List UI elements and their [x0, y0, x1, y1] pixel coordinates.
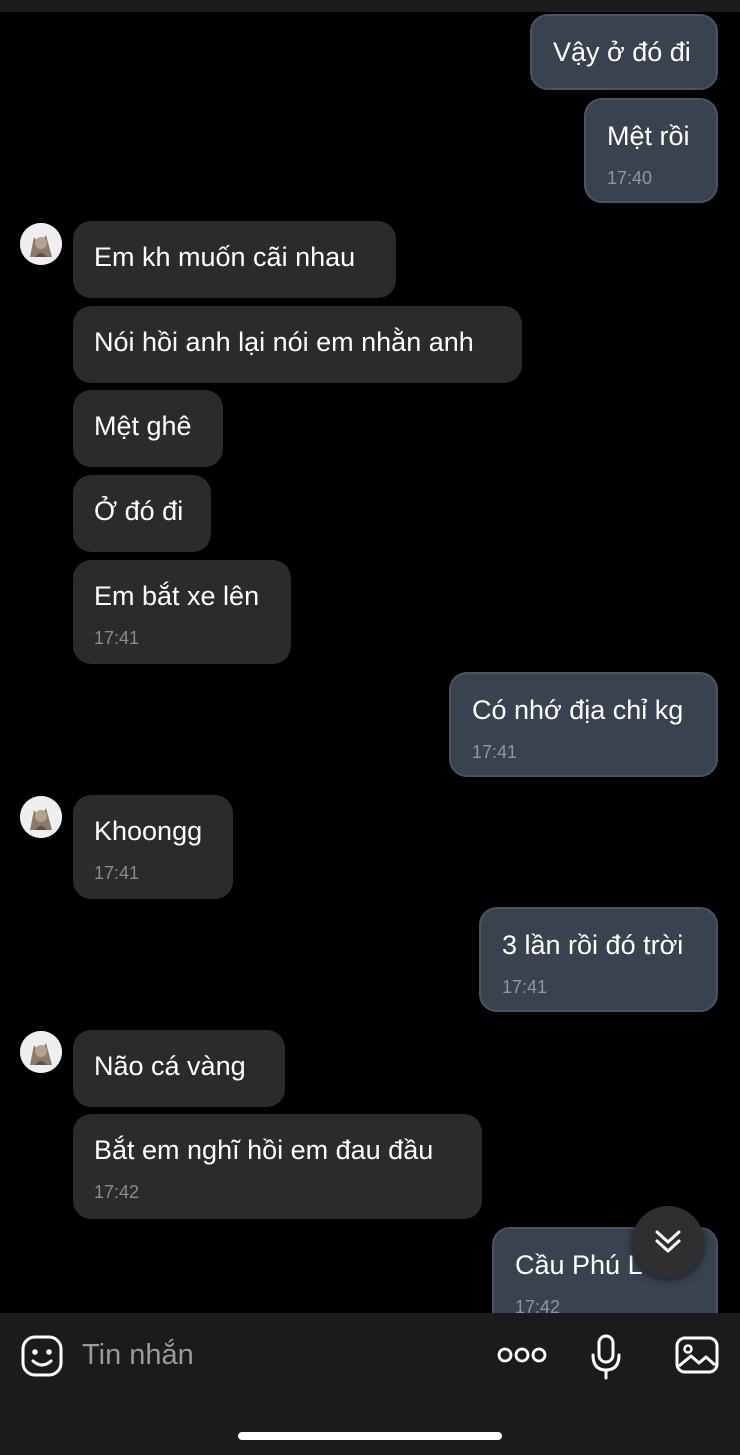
message-outgoing[interactable]: Có nhớ địa chỉ kg 17:41 — [449, 672, 718, 777]
gallery-icon — [675, 1336, 719, 1374]
message-incoming[interactable]: Em bắt xe lên 17:41 — [73, 560, 291, 664]
contact-avatar[interactable] — [20, 223, 62, 265]
message-time: 17:41 — [472, 742, 518, 762]
emoji-icon — [21, 1335, 63, 1377]
message-text: Bắt em nghĩ hồi em đau đầu — [94, 1135, 434, 1165]
composer-bar: Tin nhắn — [0, 1313, 740, 1455]
message-text: Em bắt xe lên — [94, 581, 260, 611]
message-list[interactable]: Vậy ở đó đi Mệt rồi 17:40 Em kh muốn cãi… — [0, 12, 740, 1313]
message-outgoing[interactable]: 3 lần rồi đó trời 17:41 — [479, 907, 718, 1012]
message-outgoing[interactable]: Vậy ở đó đi — [530, 14, 718, 90]
message-text: 3 lần rồi đó trời — [502, 930, 684, 960]
message-incoming[interactable]: Em kh muốn cãi nhau — [73, 221, 396, 298]
scroll-to-bottom-button[interactable] — [632, 1206, 704, 1278]
message-incoming[interactable]: Khoongg 17:41 — [73, 795, 233, 899]
message-time: 17:40 — [607, 168, 653, 188]
message-incoming[interactable]: Nói hồi anh lại nói em nhằn anh — [73, 306, 522, 383]
microphone-icon — [591, 1334, 621, 1380]
message-text: Khoongg — [94, 816, 203, 846]
contact-avatar[interactable] — [20, 1031, 62, 1073]
message-time: 17:41 — [502, 977, 548, 997]
contact-avatar-image — [20, 223, 62, 265]
message-text: Mệt ghê — [94, 411, 192, 441]
message-text: Mệt rồi — [607, 121, 690, 151]
contact-avatar-image — [20, 1031, 62, 1073]
message-text: Vậy ở đó đi — [553, 37, 691, 67]
message-outgoing[interactable]: Mệt rồi 17:40 — [584, 98, 718, 203]
scroll-down-icon — [655, 1230, 681, 1253]
message-text: Ở đó đi — [94, 496, 184, 526]
message-time: 17:41 — [94, 863, 140, 883]
message-text: Nói hồi anh lại nói em nhằn anh — [94, 327, 474, 357]
message-time: 17:42 — [94, 1182, 140, 1202]
message-incoming[interactable]: Não cá vàng — [73, 1030, 285, 1107]
message-text: Não cá vàng — [94, 1051, 246, 1081]
voice-message-button[interactable] — [590, 1333, 622, 1386]
contact-avatar[interactable] — [20, 796, 62, 838]
home-indicator — [238, 1432, 502, 1440]
contact-avatar-image — [20, 796, 62, 838]
emoji-button[interactable] — [20, 1334, 64, 1383]
message-time: 17:41 — [94, 628, 140, 648]
message-input[interactable]: Tin nhắn — [82, 1335, 194, 1375]
message-incoming[interactable]: Ở đó đi — [73, 475, 211, 552]
message-text: Cầu Phú L — [515, 1250, 643, 1280]
message-incoming[interactable]: Bắt em nghĩ hồi em đau đầu 17:42 — [73, 1114, 482, 1219]
status-bar-edge — [0, 0, 740, 12]
more-dots-icon — [497, 1347, 547, 1363]
message-text: Có nhớ địa chỉ kg — [472, 695, 684, 725]
message-time: 17:42 — [515, 1297, 561, 1313]
gallery-button[interactable] — [674, 1333, 720, 1382]
more-button[interactable] — [497, 1343, 547, 1372]
message-text: Em kh muốn cãi nhau — [94, 242, 356, 272]
message-incoming[interactable]: Mệt ghê — [73, 390, 223, 467]
